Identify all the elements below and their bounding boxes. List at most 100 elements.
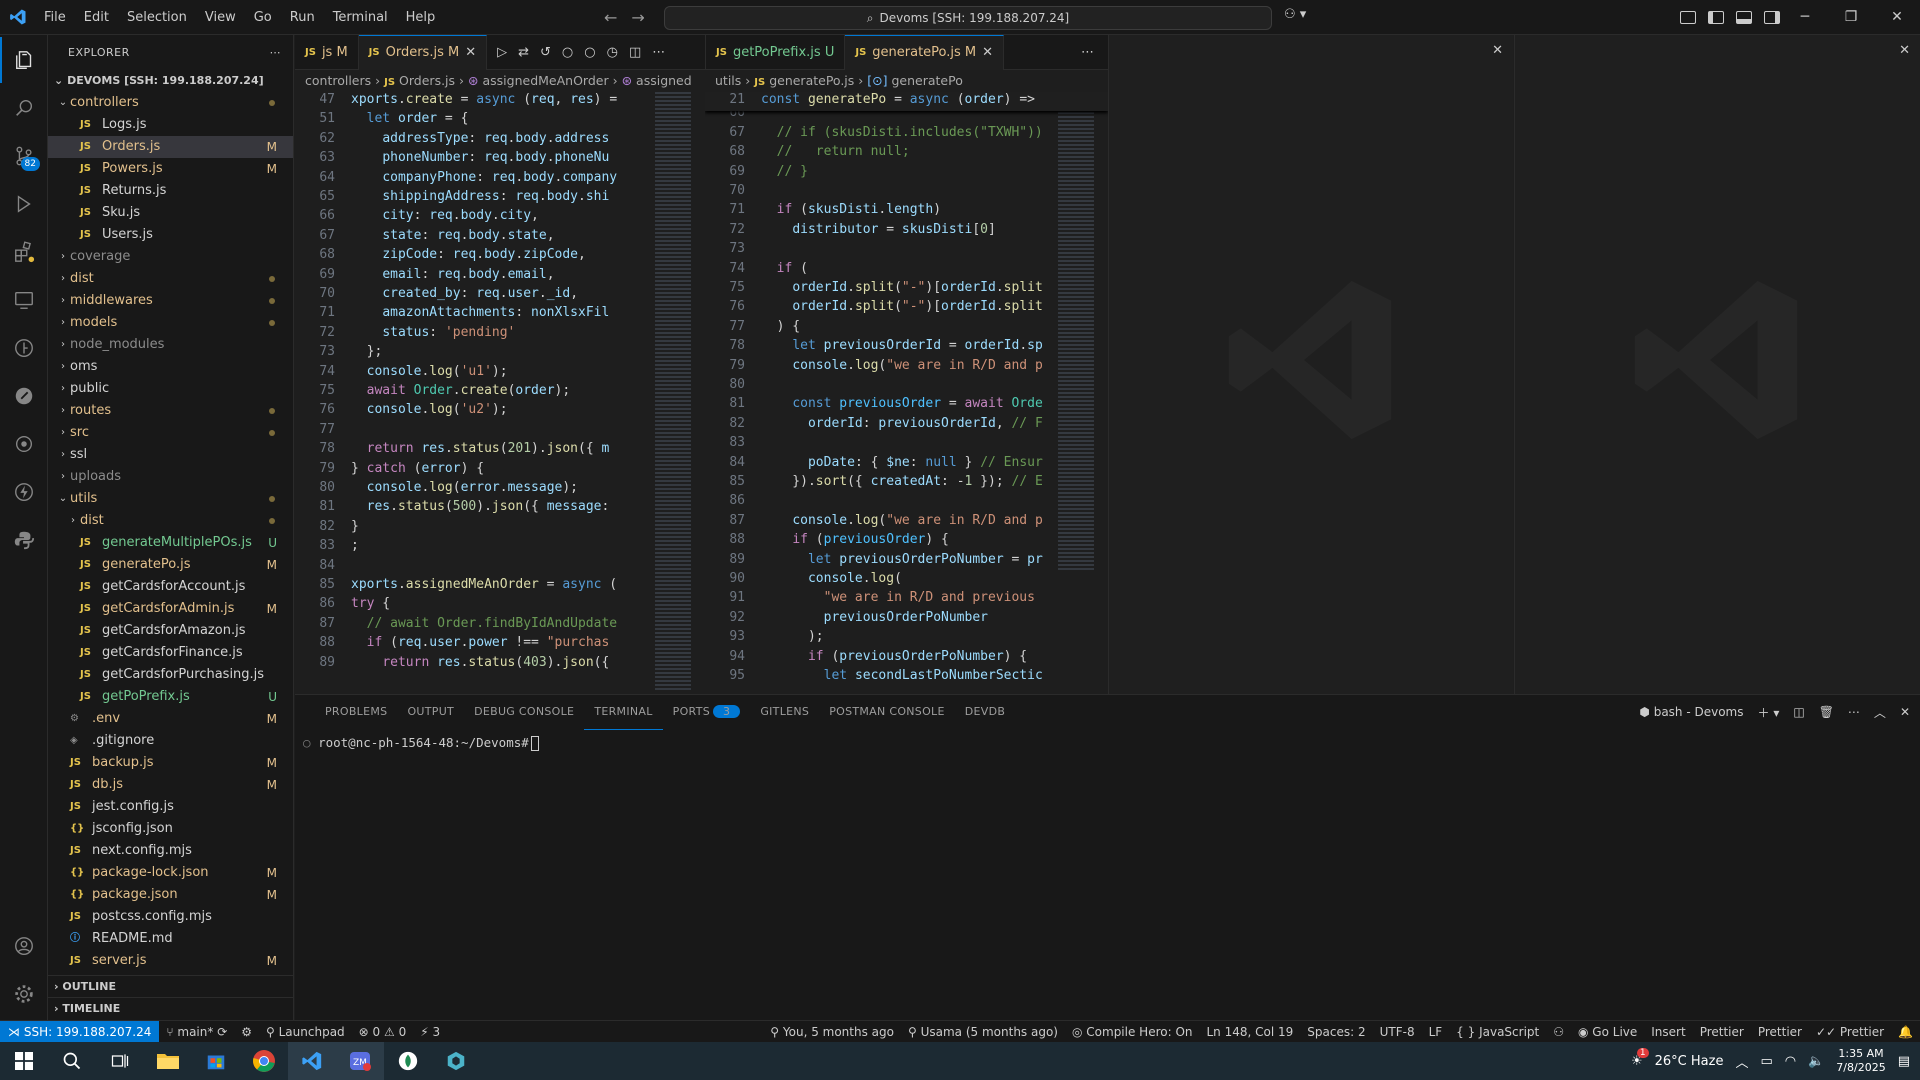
file-item[interactable]: ⓘ README.md xyxy=(48,928,293,950)
file-item[interactable]: JS postcss.config.mjs xyxy=(48,906,293,928)
file-item[interactable]: ⚙ .env M xyxy=(48,708,293,730)
file-item[interactable]: JS Users.js xyxy=(48,224,293,246)
back-arrow-icon[interactable]: ← xyxy=(604,8,617,27)
split-terminal-icon[interactable]: ◫ xyxy=(1793,705,1804,719)
panel-tab-output[interactable]: OUTPUT xyxy=(397,695,464,729)
vscode-taskbar-icon[interactable] xyxy=(288,1042,336,1080)
end-of-line[interactable]: LF xyxy=(1422,1025,1450,1039)
folder-item[interactable]: › public xyxy=(48,378,293,400)
breadcrumb-symbol[interactable]: generatePo xyxy=(891,73,962,88)
file-explorer-icon[interactable] xyxy=(144,1042,192,1080)
menu-item-help[interactable]: Help xyxy=(397,0,445,35)
language-mode[interactable]: { } JavaScript xyxy=(1449,1025,1546,1039)
prev-change-icon[interactable]: ○ xyxy=(562,45,573,60)
panel-tab-terminal[interactable]: TERMINAL xyxy=(584,695,663,730)
postman-icon[interactable] xyxy=(0,373,48,419)
clock[interactable]: 1:35 AM 7/8/2025 xyxy=(1836,1047,1885,1075)
customize-layout-icon[interactable] xyxy=(1680,11,1696,24)
panel-tab-devdb[interactable]: DEVDB xyxy=(955,695,1015,729)
task-view-icon[interactable] xyxy=(96,1042,144,1080)
file-item[interactable]: JS jest.config.js xyxy=(48,796,293,818)
breadcrumb-folder[interactable]: controllers xyxy=(305,73,371,88)
source-control-icon[interactable]: 82 xyxy=(0,133,48,179)
panel-tab-ports[interactable]: PORTS 3 xyxy=(663,695,751,729)
remote-explorer-icon[interactable] xyxy=(0,277,48,323)
file-item[interactable]: JS getCardsforPurchasing.js xyxy=(48,664,293,686)
file-item[interactable]: JS server.js M xyxy=(48,950,293,972)
weather-icon[interactable]: ☀ 1 xyxy=(1631,1047,1649,1069)
file-item[interactable]: {} package-lock.json M xyxy=(48,862,293,884)
app-icon-green[interactable] xyxy=(384,1042,432,1080)
restore-icon[interactable]: ❐ xyxy=(1828,0,1874,35)
menu-item-go[interactable]: Go xyxy=(245,0,281,35)
toggle-panel-icon[interactable] xyxy=(1736,11,1752,24)
launchpad-item[interactable]: ⚲ Launchpad xyxy=(259,1025,352,1039)
zoom-icon[interactable]: ZM xyxy=(336,1042,384,1080)
folder-item[interactable]: › routes xyxy=(48,400,293,422)
file-item[interactable]: JS generatePo.js M xyxy=(48,554,293,576)
close-icon[interactable]: ✕ xyxy=(1874,0,1920,35)
notification-center-icon[interactable]: ▤ xyxy=(1898,1054,1910,1069)
file-item[interactable]: JS getCardsforAccount.js xyxy=(48,576,293,598)
file-item[interactable]: JS getCardsforAmazon.js xyxy=(48,620,293,642)
breadcrumb-symbol[interactable]: assignedMeAnOrder xyxy=(482,73,608,88)
panel-tab-gitlens[interactable]: GITLENS xyxy=(750,695,819,729)
outline-section[interactable]: › OUTLINE xyxy=(48,975,294,997)
right-minimap[interactable] xyxy=(1058,92,1094,572)
insert-mode[interactable]: Insert xyxy=(1644,1025,1692,1039)
left-code-editor[interactable]: 47 xports.create = async (req, res) = 51 l… xyxy=(295,92,705,694)
remote-indicator[interactable]: ⋊ SSH: 199.188.207.24 xyxy=(0,1020,160,1043)
file-item[interactable]: JS getCardsforAdmin.js M xyxy=(48,598,293,620)
copilot-status-icon[interactable]: ⚇ xyxy=(1546,1025,1571,1039)
split-editor-icon[interactable]: ◫ xyxy=(629,45,641,60)
problems-indicator[interactable]: ⊗ 0 ⚠ 0 xyxy=(352,1025,414,1039)
toggle-primary-sidebar-icon[interactable] xyxy=(1708,11,1724,24)
file-item[interactable]: JS Powers.js M xyxy=(48,158,293,180)
file-item[interactable]: {} package.json M xyxy=(48,884,293,906)
folder-item[interactable]: › dist xyxy=(48,510,293,532)
encoding[interactable]: UTF-8 xyxy=(1373,1025,1422,1039)
panel-tab-debug-console[interactable]: DEBUG CONSOLE xyxy=(464,695,584,729)
gitlens-icon[interactable] xyxy=(0,325,48,371)
store-icon[interactable] xyxy=(192,1042,240,1080)
menu-item-edit[interactable]: Edit xyxy=(75,0,118,35)
folder-item[interactable]: › models xyxy=(48,312,293,334)
compile-hero-item[interactable]: ◎ Compile Hero: On xyxy=(1065,1025,1200,1039)
run-debug-icon[interactable] xyxy=(0,181,48,227)
toggle-secondary-sidebar-icon[interactable] xyxy=(1764,11,1780,24)
timeline-icon[interactable]: ◷ xyxy=(607,45,618,60)
file-item[interactable]: JS next.config.mjs xyxy=(48,840,293,862)
terminal-prompt-line[interactable]: ○ root@nc-ph-1564-48:~/Devoms# xyxy=(303,735,539,751)
more-icon[interactable]: ⋯ xyxy=(652,45,665,60)
folder-item[interactable]: › uploads xyxy=(48,466,293,488)
folder-item[interactable]: › middlewares xyxy=(48,290,293,312)
explorer-icon[interactable] xyxy=(0,37,48,83)
menu-item-run[interactable]: Run xyxy=(281,0,324,35)
file-item[interactable]: JS generateMultiplePOs.js U xyxy=(48,532,293,554)
close-panel-icon[interactable]: ✕ xyxy=(1900,705,1910,719)
prettier-item[interactable]: Prettier xyxy=(1751,1025,1809,1039)
close-tab-icon[interactable]: ✕ xyxy=(982,45,993,60)
notifications-bell-icon[interactable]: 🔔 xyxy=(1891,1025,1920,1039)
new-terminal-icon[interactable]: ＋ ▾ xyxy=(1758,704,1780,721)
folder-item[interactable]: › dist xyxy=(48,268,293,290)
manage-gear-icon[interactable] xyxy=(0,971,48,1017)
search-icon[interactable] xyxy=(0,85,48,131)
revert-icon[interactable]: ↺ xyxy=(540,45,551,60)
panel-tab-postman-console[interactable]: POSTMAN CONSOLE xyxy=(819,695,955,729)
folder-item[interactable]: › src xyxy=(48,422,293,444)
weather-label[interactable]: 26°C Haze xyxy=(1655,1054,1724,1069)
blame-item[interactable]: ⚲ You, 5 months ago xyxy=(763,1025,901,1039)
left-minimap[interactable] xyxy=(655,92,691,692)
breadcrumb-file[interactable]: generatePo.js xyxy=(769,73,854,88)
menu-item-terminal[interactable]: Terminal xyxy=(324,0,397,35)
file-item[interactable]: {} jsconfig.json xyxy=(48,818,293,840)
menu-item-view[interactable]: View xyxy=(196,0,245,35)
file-item[interactable]: JS Orders.js M xyxy=(48,136,293,158)
more-actions-icon[interactable]: ⋯ xyxy=(270,46,282,59)
cursor-position[interactable]: Ln 148, Col 19 xyxy=(1200,1025,1301,1039)
breadcrumb-folder[interactable]: utils xyxy=(715,73,741,88)
menu-item-file[interactable]: File xyxy=(35,0,75,35)
close-group-icon[interactable]: ✕ xyxy=(1492,43,1503,58)
file-item[interactable]: JS db.js M xyxy=(48,774,293,796)
